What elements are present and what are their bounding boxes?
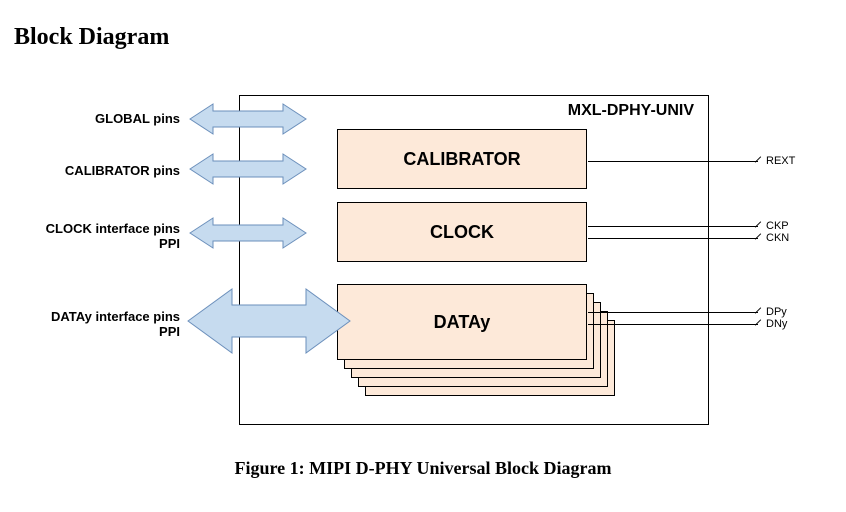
module-calibrator-label: CALIBRATOR	[403, 149, 520, 170]
section-title: Block Diagram	[14, 24, 169, 51]
pin-label-dny: DNy	[766, 318, 787, 330]
conn-rext	[588, 161, 758, 162]
left-label-data-line2: PPI	[159, 324, 180, 339]
left-label-global: GLOBAL pins	[10, 112, 180, 127]
arrow-clock	[188, 216, 308, 250]
left-label-clock-line2: PPI	[159, 236, 180, 251]
pin-label-dpy: DPy	[766, 306, 787, 318]
left-label-clock: CLOCK interface pins PPI	[10, 222, 180, 252]
conn-ckp	[588, 226, 758, 227]
left-label-data: DATAy interface pins PPI	[10, 310, 180, 340]
pin-tick	[755, 156, 761, 162]
pin-tick	[755, 221, 761, 227]
arrow-global	[188, 102, 308, 136]
conn-dny	[588, 324, 758, 325]
conn-dpy	[588, 312, 758, 313]
pin-tick	[755, 307, 761, 313]
module-clock-label: CLOCK	[430, 222, 494, 243]
pin-label-ckp: CKP	[766, 220, 789, 232]
left-label-calibrator: CALIBRATOR pins	[10, 164, 180, 179]
module-calibrator: CALIBRATOR	[337, 129, 587, 189]
module-clock: CLOCK	[337, 202, 587, 262]
figure-caption: Figure 1: MIPI D-PHY Universal Block Dia…	[0, 458, 846, 479]
phy-block-title: MXL-DPHY-UNIV	[568, 102, 694, 120]
page: Block Diagram MXL-DPHY-UNIV CALIBRATOR C…	[0, 0, 846, 512]
arrow-calibrator	[188, 152, 308, 186]
pin-label-ckn: CKN	[766, 232, 789, 244]
left-label-clock-line1: CLOCK interface pins	[46, 221, 180, 236]
left-label-data-line1: DATAy interface pins	[51, 309, 180, 324]
pin-tick	[755, 319, 761, 325]
arrow-data	[186, 285, 352, 357]
module-data-label: DATAy	[434, 312, 491, 333]
conn-ckn	[588, 238, 758, 239]
module-data: DATAy	[337, 284, 587, 360]
pin-tick	[755, 233, 761, 239]
pin-label-rext: REXT	[766, 155, 795, 167]
